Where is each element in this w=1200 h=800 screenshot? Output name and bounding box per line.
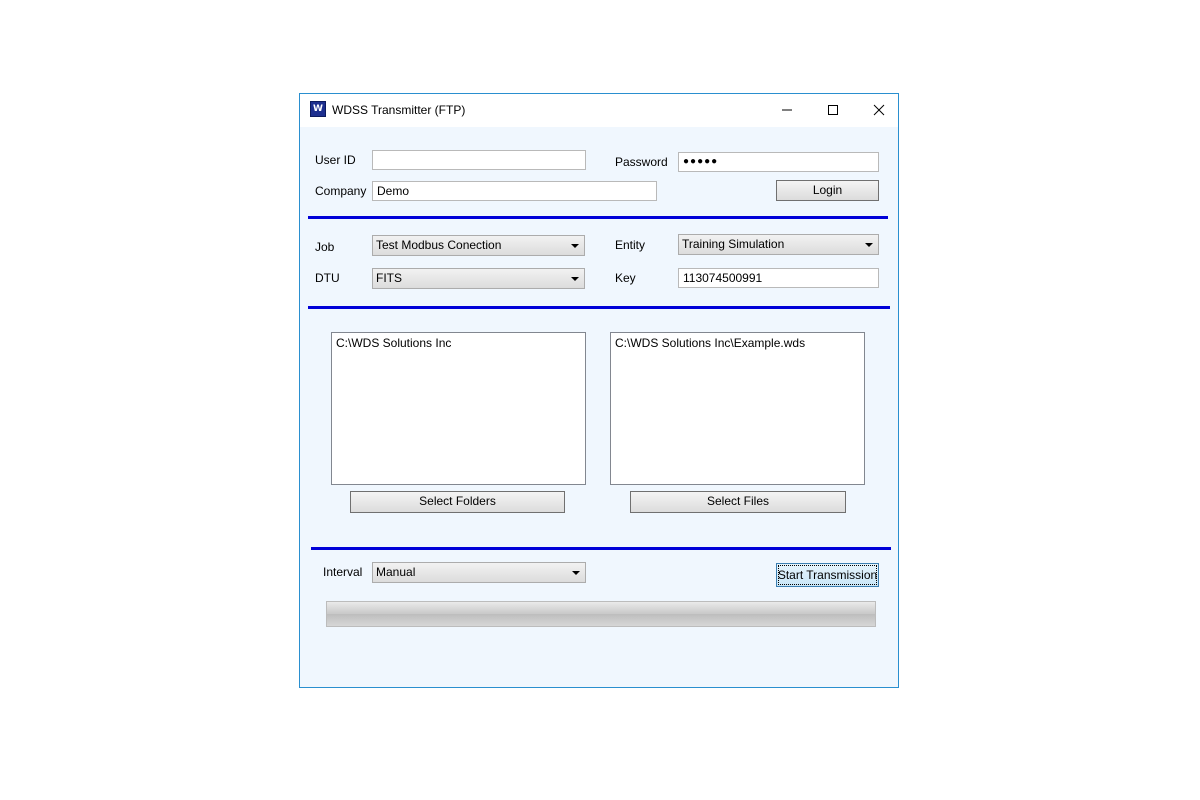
separator-3 <box>311 547 891 550</box>
transmission-progress-bar <box>326 601 876 627</box>
chevron-down-icon <box>571 244 579 248</box>
entity-label: Entity <box>615 238 646 252</box>
minimize-icon <box>782 109 792 111</box>
chevron-down-icon <box>865 243 873 247</box>
key-label: Key <box>615 271 636 285</box>
close-icon <box>873 104 885 116</box>
key-input[interactable]: 113074500991 <box>678 268 879 288</box>
password-input[interactable]: ●●●●● <box>678 152 879 172</box>
maximize-button[interactable] <box>810 94 856 125</box>
user-id-input[interactable] <box>372 150 586 170</box>
company-label: Company <box>315 184 367 198</box>
job-select[interactable]: Test Modbus Conection <box>372 235 585 256</box>
job-select-value: Test Modbus Conection <box>376 238 502 252</box>
company-input[interactable]: Demo <box>372 181 657 201</box>
separator-1 <box>308 216 888 219</box>
list-item[interactable]: C:\WDS Solutions Inc\Example.wds <box>615 336 860 350</box>
folders-listbox[interactable]: C:\WDS Solutions Inc <box>331 332 586 485</box>
main-window: W WDSS Transmitter (FTP) User ID Passwor… <box>299 93 899 688</box>
close-button[interactable] <box>856 94 902 125</box>
chevron-down-icon <box>572 571 580 575</box>
interval-select-value: Manual <box>376 565 416 579</box>
login-button[interactable]: Login <box>776 180 879 201</box>
maximize-icon <box>828 105 838 115</box>
start-transmission-button[interactable]: Start Transmission <box>776 563 879 587</box>
entity-select[interactable]: Training Simulation <box>678 234 879 255</box>
interval-select[interactable]: Manual <box>372 562 586 583</box>
dtu-label: DTU <box>315 271 340 285</box>
list-item[interactable]: C:\WDS Solutions Inc <box>336 336 581 350</box>
interval-label: Interval <box>323 565 363 579</box>
title-bar[interactable]: W WDSS Transmitter (FTP) <box>300 94 898 127</box>
job-label: Job <box>315 240 335 254</box>
minimize-button[interactable] <box>764 94 810 125</box>
entity-select-value: Training Simulation <box>682 237 785 251</box>
chevron-down-icon <box>571 277 579 281</box>
select-folders-button[interactable]: Select Folders <box>350 491 565 513</box>
files-listbox[interactable]: C:\WDS Solutions Inc\Example.wds <box>610 332 865 485</box>
select-files-button[interactable]: Select Files <box>630 491 846 513</box>
app-icon: W <box>310 101 326 117</box>
window-title: WDSS Transmitter (FTP) <box>332 103 466 117</box>
dtu-select[interactable]: FITS <box>372 268 585 289</box>
dtu-select-value: FITS <box>376 271 402 285</box>
user-id-label: User ID <box>315 153 356 167</box>
password-label: Password <box>615 155 668 169</box>
separator-2 <box>308 306 890 309</box>
